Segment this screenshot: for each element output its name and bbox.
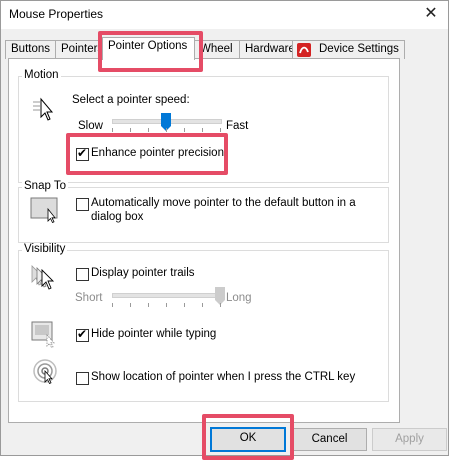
tab-wheel[interactable]: Wheel	[194, 40, 240, 59]
fast-label: Fast	[226, 120, 249, 132]
trail-length-slider-track	[112, 293, 222, 298]
snap-to-checkbox[interactable]	[76, 198, 89, 211]
hide-pointer-label: Hide pointer while typing	[91, 328, 217, 340]
tab-label: Hardware	[245, 43, 295, 55]
apply-button[interactable]: Apply	[372, 428, 447, 451]
visibility-group-label: Visibility	[22, 243, 68, 255]
snap-to-group-label: Snap To	[22, 180, 68, 192]
pointer-trails-icon	[31, 265, 55, 290]
snap-to-label-line2: dialog box	[91, 211, 144, 223]
hide-pointer-checkbox[interactable]: ✔	[76, 327, 89, 342]
window-title: Mouse Properties	[9, 7, 104, 21]
pointer-speed-icon	[33, 97, 54, 121]
short-label: Short	[75, 292, 103, 304]
cancel-button-label: Cancel	[311, 433, 348, 445]
tab-pointers[interactable]: Pointers	[55, 40, 103, 59]
tab-pointer-options[interactable]: Pointer Options	[102, 37, 195, 60]
tab-hardware[interactable]: Hardware	[239, 40, 300, 59]
enhance-precision-checkbox[interactable]: ✔	[76, 146, 89, 161]
motion-group	[18, 76, 389, 183]
check-mark-icon: ✔	[77, 146, 88, 160]
snap-to-label-line1: Automatically move pointer to the defaul…	[91, 197, 356, 209]
pointer-location-icon	[33, 359, 57, 385]
pointer-options-panel: Motion Select a pointer speed: Slow Fast…	[8, 58, 400, 423]
hide-pointer-icon	[31, 321, 55, 349]
long-label: Long	[226, 292, 252, 304]
tab-buttons[interactable]: Buttons	[5, 40, 56, 59]
pointer-location-checkbox[interactable]	[76, 372, 89, 385]
snap-to-icon	[30, 197, 58, 223]
cancel-button[interactable]: Cancel	[292, 428, 367, 451]
mouse-properties-window: Mouse Properties ✕ Buttons Pointers Poin…	[0, 0, 449, 456]
motion-group-label: Motion	[22, 69, 61, 81]
pointer-trails-label: Display pointer trails	[91, 267, 195, 279]
tab-label: Device Settings	[319, 43, 399, 55]
tab-label: Wheel	[200, 43, 233, 55]
device-settings-icon	[297, 43, 311, 57]
close-icon[interactable]: ✕	[414, 1, 448, 29]
title-bar: Mouse Properties ✕	[1, 1, 448, 29]
tab-label: Buttons	[11, 43, 50, 55]
check-mark-icon: ✔	[77, 327, 88, 341]
slow-label: Slow	[78, 120, 103, 132]
ok-button-label: OK	[239, 432, 257, 444]
tab-strip: Buttons Pointers Pointer Options Wheel H…	[5, 37, 446, 60]
ok-button[interactable]: OK	[210, 427, 286, 452]
pointer-location-label: Show location of pointer when I press th…	[91, 371, 356, 383]
snap-to-group	[18, 187, 389, 243]
tab-device-settings[interactable]: Device Settings	[292, 40, 405, 59]
speed-label: Select a pointer speed:	[72, 94, 190, 106]
tab-label: Pointer Options	[108, 40, 188, 52]
pointer-trails-checkbox[interactable]	[76, 268, 89, 281]
enhance-precision-label: Enhance pointer precision	[91, 147, 224, 159]
tab-label: Pointers	[61, 43, 104, 55]
apply-button-label: Apply	[395, 433, 424, 445]
